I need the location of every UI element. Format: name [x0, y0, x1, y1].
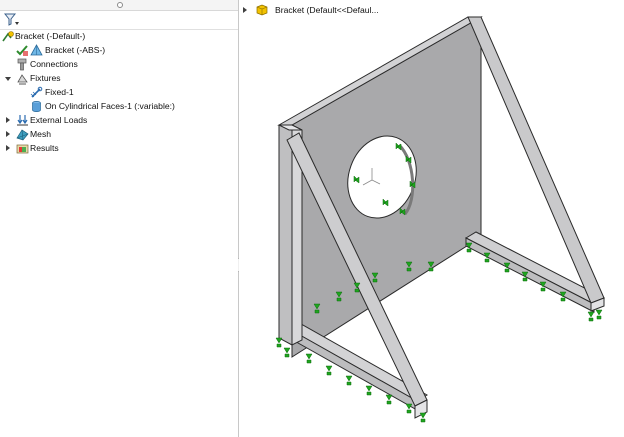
- grip-icon[interactable]: [117, 2, 123, 8]
- fixtures-icon: [17, 74, 28, 85]
- tree-item-connections[interactable]: Connections: [0, 58, 238, 71]
- fixture-marker: [419, 412, 427, 423]
- tree-item-results[interactable]: Results: [0, 142, 238, 155]
- tree-item-cylindrical-faces[interactable]: On Cylindrical Faces-1 (:variable:): [0, 100, 238, 113]
- fixture-marker: [283, 347, 291, 358]
- filter-icon[interactable]: [4, 13, 20, 27]
- part-check-icon: [16, 45, 28, 56]
- tree-item-label: Bracket (-ABS-): [45, 45, 106, 55]
- tree-item-fixtures[interactable]: Fixtures: [0, 72, 238, 85]
- tree-item-label: On Cylindrical Faces-1 (:variable:): [45, 101, 175, 111]
- expand-caret-icon[interactable]: [6, 145, 10, 151]
- fixture-marker: [587, 311, 595, 322]
- left-vertical-post: [278, 124, 293, 346]
- tree-item-part[interactable]: Bracket (-ABS-): [0, 44, 238, 57]
- fixture-marker: [365, 385, 373, 396]
- tree-item-label: Fixtures: [30, 73, 61, 83]
- external-loads-icon: [17, 115, 28, 126]
- fixture-marker: [385, 394, 393, 405]
- study-icon: [2, 31, 14, 42]
- cylinder-icon: [32, 101, 41, 112]
- connections-icon: [17, 58, 27, 71]
- graphics-viewport[interactable]: Bracket (Default<<Defaul...: [239, 0, 624, 437]
- fixture-marker: [305, 353, 313, 364]
- feature-tree-panel: Bracket (-Default-) Bracket (-ABS-) Conn…: [0, 0, 239, 437]
- collapse-caret-icon[interactable]: [5, 77, 11, 81]
- tree-root-label: Bracket (-Default-): [15, 31, 86, 41]
- tree-item-external-loads[interactable]: External Loads: [0, 114, 238, 127]
- filter-bar[interactable]: [0, 12, 238, 30]
- fixture-marker: [275, 337, 283, 348]
- expand-caret-icon[interactable]: [6, 131, 10, 137]
- tree-item-label: External Loads: [30, 115, 88, 125]
- tree-item-label: Connections: [30, 59, 78, 69]
- fixture-marker: [405, 403, 413, 414]
- fixture-marker: [345, 375, 353, 386]
- tree-item-label: Results: [30, 143, 59, 153]
- results-folder-icon: [16, 144, 29, 154]
- fixture-marker: [595, 309, 603, 320]
- tree-root[interactable]: Bracket (-Default-): [0, 30, 238, 43]
- bracket-3d-model: [275, 16, 606, 423]
- fixture-marker: [325, 365, 333, 376]
- expand-caret-icon[interactable]: [6, 117, 10, 123]
- tree-item-label: Mesh: [30, 129, 52, 139]
- fixed-anchor-icon: [30, 86, 43, 98]
- solid-body-icon: [30, 44, 43, 56]
- mesh-icon: [16, 129, 29, 141]
- tree-item-fixed[interactable]: Fixed-1: [0, 86, 238, 99]
- tree-item-mesh[interactable]: Mesh: [0, 128, 238, 141]
- tree-item-label: Fixed-1: [45, 87, 74, 97]
- panel-top-bar: [0, 0, 238, 11]
